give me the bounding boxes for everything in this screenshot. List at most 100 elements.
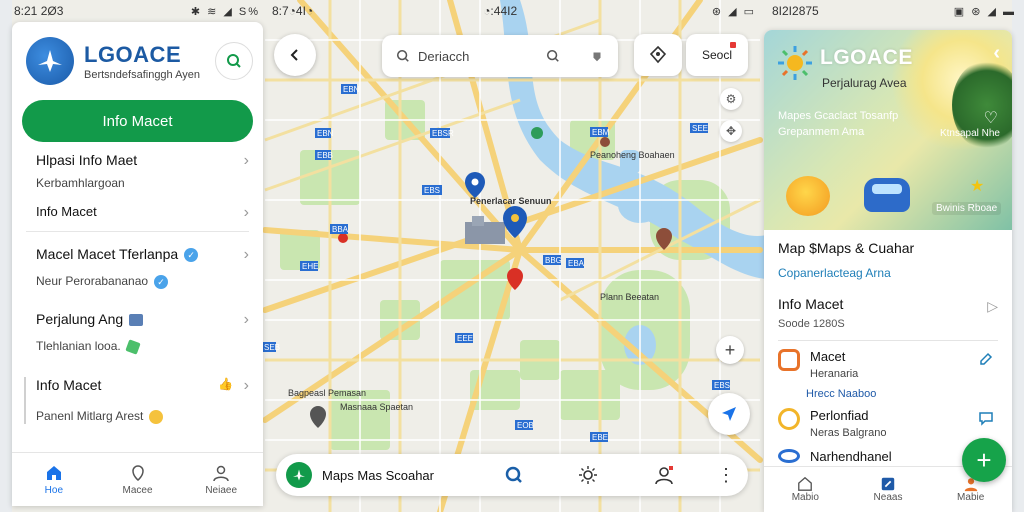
status-time: 8:21 2Ø3 (14, 4, 64, 18)
status-clock: ◔:44I2 (483, 4, 518, 18)
street-label: Plann Beeatan (600, 292, 659, 302)
nav-label: Macee (122, 484, 153, 496)
square-icon (881, 477, 895, 491)
bottom-nav-left: Hoe Macee Neiaee (12, 452, 263, 506)
search-button[interactable] (215, 42, 253, 80)
section-heading: Map $Maps & Cuahar (778, 240, 915, 256)
chevron-left-icon (290, 49, 298, 61)
nav-macet[interactable]: Macee (96, 453, 180, 506)
route-label: EBN (343, 85, 360, 94)
route-label: EBS (424, 186, 440, 195)
hexagon-icon (778, 349, 800, 371)
route-label: EBS (714, 381, 730, 390)
back-button[interactable] (274, 34, 316, 76)
more-button[interactable]: ⋮ (714, 463, 738, 487)
hero-small-text: Ktnsapal Nhe (939, 128, 1000, 139)
street-label: Peanoheng Boahaen (590, 150, 675, 160)
plus-icon: + (976, 444, 992, 475)
route-label: EOB (517, 421, 534, 430)
thumbs-up-icon: 👍 (218, 377, 233, 392)
notification-dot (730, 42, 736, 48)
sun-logo-icon (778, 46, 812, 80)
brand-logo (286, 462, 312, 488)
list-item-sub: Tlehlanian looa. (36, 339, 121, 354)
compass-button[interactable]: ⚙ (720, 88, 742, 110)
nav-profile[interactable]: Neiaee (179, 453, 263, 506)
list-item[interactable]: Info Macet Panenl Mitlarg Arest › 👍 (24, 377, 263, 424)
list-item-title: Info Macet (36, 377, 102, 394)
status-icons: ⊛ ◢ ▭ (711, 5, 756, 18)
route-label: EBSR (432, 129, 454, 138)
divider (26, 231, 249, 232)
street-label: Bagpeasl Pemasan (288, 388, 366, 398)
layers-button[interactable] (634, 34, 682, 76)
list-item[interactable]: Info Macet › (12, 204, 263, 221)
nav-label: Hoe (44, 484, 64, 496)
traffic-button[interactable] (576, 463, 600, 487)
brand-name: LGOACE (820, 46, 913, 69)
sun-icon (579, 466, 597, 484)
map-search-input[interactable]: Deriacch (382, 35, 618, 77)
home-icon (798, 476, 813, 491)
direction-button[interactable]: ✥ (720, 120, 742, 142)
heart-icon[interactable]: ♡ (984, 108, 998, 128)
left-panel: LGOACE Bertsndefsafinggh Ayen Info Macet… (12, 22, 263, 506)
sun-mascot-icon (786, 176, 830, 216)
list-item-sub: Heranaria (810, 368, 859, 380)
nav-home[interactable]: Mabio (764, 467, 847, 512)
link-text[interactable]: Hrecc Naaboo (806, 388, 998, 400)
edit-icon[interactable] (978, 351, 994, 367)
search-chip-button[interactable]: Seocl (686, 34, 748, 76)
divider (778, 340, 998, 341)
nav-news[interactable]: Neaas (847, 467, 930, 512)
info-macet-row[interactable]: Info Macet Soode 1280S ▷ (778, 296, 998, 330)
profile-button[interactable] (652, 463, 676, 487)
plane-icon (293, 469, 305, 481)
flag-icon (129, 314, 144, 327)
info-macet-button[interactable]: Info Macet (22, 100, 253, 142)
list-item[interactable]: Macet Heranaria (778, 349, 998, 380)
status-bar-center: 8:7◔4I◔ ◔:44I2 ⊛ ◢ ▭ (272, 0, 756, 22)
brand-subtitle: Bertsndefsafinggh Ayen (84, 68, 200, 81)
status-bar-right: 8I2I2875 ▣ ⊛ ◢ ▬ (772, 0, 1016, 22)
nav-label: Mabio (791, 492, 819, 503)
zoom-in-button[interactable]: + (716, 336, 744, 364)
list-item-title: Perlonfiad (810, 408, 869, 423)
street-label: Masnaaa Spaetan (340, 402, 413, 412)
search-button[interactable] (502, 463, 526, 487)
left-header: LGOACE Bertsndefsafinggh Ayen (12, 22, 263, 90)
list-item-sub: Neur Perorabananao (36, 274, 149, 289)
route-label: SEB (264, 343, 280, 352)
star-icon: ★ (970, 178, 985, 195)
plus-icon: + (724, 339, 736, 360)
status-time: 8:7◔4I◔ (272, 4, 314, 18)
direction-icon: ✥ (725, 124, 737, 138)
search-icon[interactable] (546, 49, 560, 63)
chevron-left-icon[interactable]: ‹ (993, 42, 1000, 65)
list-item[interactable]: Macel Macet Tferlanpa ✓ Neur Perorabanana… (12, 246, 263, 290)
my-location-button[interactable] (708, 393, 750, 435)
add-fab-button[interactable]: + (962, 438, 1006, 482)
list-item[interactable]: Hlpasi Info Maet Kerbamhlargoan › (12, 152, 263, 190)
hero-tag: Bwinis Rboae (932, 202, 1002, 215)
chat-icon[interactable] (978, 410, 994, 426)
route-label: EBB (317, 151, 333, 160)
hero-banner: LGOACE Perjalurag Avea ‹ Mapes Gcaclact … (764, 30, 1012, 230)
compass-icon: ⚙ (725, 92, 737, 106)
nav-home[interactable]: Hoe (12, 453, 96, 506)
map-poi-dot (531, 127, 543, 139)
list-item-sub: Panenl Mitlarg Arest (36, 409, 144, 424)
chevron-right-icon: › (243, 246, 249, 263)
place-label: Penerlacar Senuun (470, 196, 552, 206)
leaf-icon (125, 339, 141, 355)
route-label: EBE (592, 433, 608, 442)
pin-icon (131, 464, 144, 481)
status-icons: ✱ ≋ ◢ S% (190, 5, 260, 18)
nav-label: Neaas (873, 492, 903, 503)
microphone-icon[interactable] (590, 49, 604, 63)
list-item[interactable]: Perjalung Ang Tlehlanian looa. › (12, 311, 263, 355)
layers-icon (649, 45, 667, 64)
hero-description: Mapes Gcaclact Tosanfp (778, 110, 899, 122)
list-item[interactable]: Perlonfiad Neras Balgrano (778, 408, 998, 439)
status-bar-left: 8:21 2Ø3 ✱ ≋ ◢ S% (14, 0, 260, 22)
